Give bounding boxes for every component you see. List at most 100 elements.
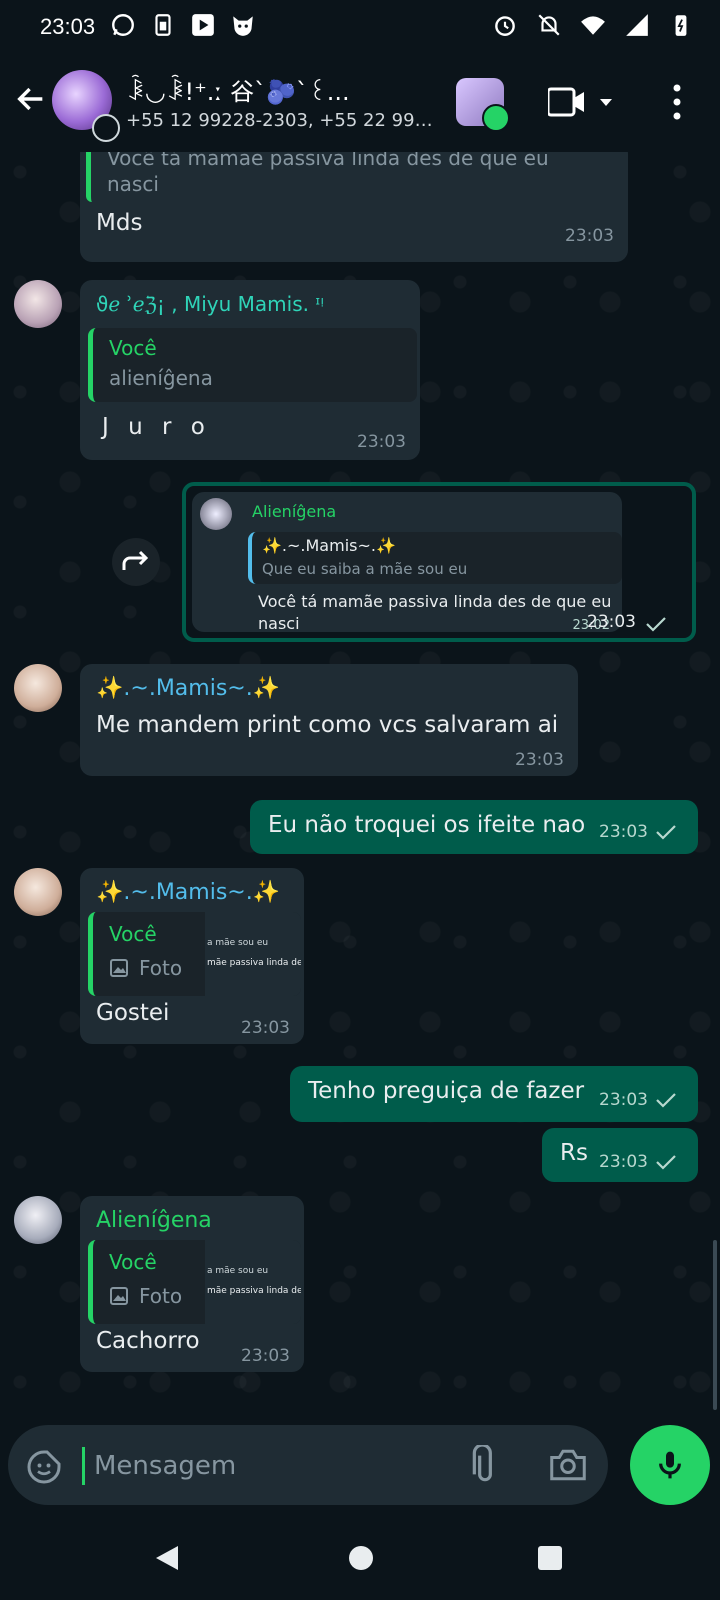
forward-icon[interactable] xyxy=(112,538,160,586)
photo-icon xyxy=(110,1287,128,1305)
mic-icon xyxy=(659,1451,681,1479)
status-sender: Alieníĝena xyxy=(252,502,337,521)
sender-name[interactable]: Alieníĝena xyxy=(96,1208,212,1233)
nav-recents-icon[interactable] xyxy=(538,1546,562,1570)
photo-icon xyxy=(110,959,128,977)
status-avatar xyxy=(200,498,232,530)
message-text: Cachorro xyxy=(96,1328,200,1354)
forwarded-status-card[interactable]: Alieníĝena ✨.~.Mamis~.✨ Que eu saiba a m… xyxy=(192,492,622,633)
video-call-button[interactable] xyxy=(548,86,618,120)
message-text: Gostei xyxy=(96,1000,170,1026)
cat-icon xyxy=(233,16,253,36)
quoted-text: Você tá mamãe passiva linda des de que e… xyxy=(107,152,549,170)
sent-check-icon xyxy=(656,1093,676,1108)
message-time: 23:03 xyxy=(515,750,564,770)
status-time: 23:03 xyxy=(40,14,96,39)
message-time: 23:03 xyxy=(599,1090,648,1110)
sent-check-icon xyxy=(646,617,666,632)
message-bubble[interactable]: Você tá mamãe passiva linda des de que e… xyxy=(80,152,628,262)
signal-icon xyxy=(626,14,648,36)
quoted-label: Foto xyxy=(139,1284,183,1308)
alarm-icon xyxy=(495,16,515,36)
sender-name[interactable]: ϑℯ ʾℯℨ¡ , Miyu Mamis. ᶦᵎ xyxy=(96,292,324,316)
message-time: 23:03 xyxy=(565,226,614,246)
message-text: Mds xyxy=(96,210,143,236)
quoted-text: alieníĝena xyxy=(109,366,213,390)
chat-participants[interactable]: +55 12 99228-2303, +55 22 99921-... xyxy=(126,110,436,131)
sender-avatar[interactable] xyxy=(14,868,62,916)
message-list[interactable]: Você tá mamãe passiva linda des de que e… xyxy=(0,152,720,1397)
battery-icon xyxy=(675,15,687,36)
quoted-message[interactable]: Você tá mamãe passiva linda des de que e… xyxy=(86,152,627,202)
chat-header: ꀳ◡ꀳ!⁺.ː ⾕ˋ🫐ˋ꒰... +55 12 99228-2303, +55 … xyxy=(0,56,720,153)
message-time: 23:03 xyxy=(587,612,636,632)
thumbnail-text: a mãe sou eu xyxy=(207,1266,269,1276)
mic-button[interactable] xyxy=(630,1425,710,1505)
message-time: 23:03 xyxy=(241,1346,290,1366)
battery-saver-icon xyxy=(155,14,171,36)
message-text: J u r o xyxy=(102,414,211,440)
quoted-sender: Você xyxy=(109,1250,157,1274)
wifi-icon xyxy=(581,16,605,35)
message-bubble[interactable]: Tenho preguiça de fazer 23:03 xyxy=(290,1066,698,1122)
back-arrow-icon[interactable] xyxy=(14,82,48,116)
status-text-line2: nasci xyxy=(258,614,300,633)
nav-back-icon[interactable] xyxy=(154,1544,180,1572)
thumbnail-text: mãe passiva linda des xyxy=(207,958,301,968)
check-badge-icon xyxy=(482,104,510,132)
sender-avatar[interactable] xyxy=(14,280,62,328)
sender-avatar[interactable] xyxy=(14,664,62,712)
sender-avatar[interactable] xyxy=(14,1196,62,1244)
status-notifications xyxy=(110,12,256,38)
message-bubble[interactable]: ✨.~.Mamis~.✨ Me mandem print como vcs sa… xyxy=(80,664,578,776)
status-quote-text: Que eu saiba a mãe sou eu xyxy=(262,560,468,578)
whatsapp-icon xyxy=(112,14,134,36)
message-time: 23:03 xyxy=(599,822,648,842)
quoted-sender: Você xyxy=(109,336,157,360)
quoted-message[interactable]: Você Foto a mãe sou eu mãe passiva linda… xyxy=(88,1240,301,1324)
message-bubble[interactable]: ✨.~.Mamis~.✨ Você Foto a mãe sou eu mãe … xyxy=(80,868,304,1044)
status-system-icons xyxy=(492,12,694,38)
message-text: Me mandem print como vcs salvaram ai xyxy=(96,712,559,738)
text-cursor xyxy=(82,1447,85,1485)
message-bubble[interactable]: Alieníĝena ✨.~.Mamis~.✨ Que eu saiba a m… xyxy=(182,482,696,642)
status-bar: 23:03 xyxy=(0,0,720,56)
nav-home-icon[interactable] xyxy=(349,1546,373,1570)
attach-icon[interactable] xyxy=(470,1445,500,1485)
status-text: Você tá mamãe passiva linda des de que e… xyxy=(258,592,612,611)
thumbnail-text: mãe passiva linda des xyxy=(207,1286,301,1296)
thumbnail-text: a mãe sou eu xyxy=(207,938,269,948)
more-options-icon[interactable] xyxy=(670,82,684,122)
system-nav-bar xyxy=(0,1514,720,1600)
message-bubble[interactable]: Rs 23:03 xyxy=(542,1128,698,1182)
message-time: 23:03 xyxy=(599,1152,648,1172)
message-bubble[interactable]: Eu não troquei os ifeite nao 23:03 xyxy=(250,800,698,854)
sender-name[interactable]: ✨.~.Mamis~.✨ xyxy=(96,880,280,905)
scrollbar[interactable] xyxy=(713,1240,717,1410)
quoted-text-line2: nasci xyxy=(107,172,159,196)
photo-thumbnail: a mãe sou eu mãe passiva linda des xyxy=(205,912,301,996)
message-time: 23:03 xyxy=(357,432,406,452)
sender-name[interactable]: ✨.~.Mamis~.✨ xyxy=(96,676,280,701)
status-quote: ✨.~.Mamis~.✨ Que eu saiba a mãe sou eu xyxy=(248,532,622,584)
quoted-message[interactable]: Você alieníĝena xyxy=(88,328,417,402)
play-store-icon xyxy=(192,14,214,36)
sticker-icon[interactable] xyxy=(26,1449,62,1485)
quoted-label: Foto xyxy=(139,956,183,980)
message-text: Rs xyxy=(560,1140,588,1166)
mute-icon xyxy=(538,14,560,36)
message-input[interactable] xyxy=(92,1443,436,1489)
quoted-message[interactable]: Você Foto a mãe sou eu mãe passiva linda… xyxy=(88,912,301,996)
message-text: Eu não troquei os ifeite nao xyxy=(268,812,586,838)
message-time: 23:03 xyxy=(241,1018,290,1038)
chat-title[interactable]: ꀳ◡ꀳ!⁺.ː ⾕ˋ🫐ˋ꒰... xyxy=(126,72,436,107)
photo-thumbnail: a mãe sou eu mãe passiva linda des xyxy=(205,1240,301,1324)
disappearing-timer-icon xyxy=(92,114,120,142)
camera-icon[interactable] xyxy=(548,1447,588,1483)
status-quote-sender: ✨.~.Mamis~.✨ xyxy=(262,536,396,555)
quoted-sender: Você xyxy=(109,922,157,946)
message-bubble[interactable]: ϑℯ ʾℯℨ¡ , Miyu Mamis. ᶦᵎ Você alieníĝena… xyxy=(80,280,420,460)
sent-check-icon xyxy=(656,825,676,840)
message-bubble[interactable]: Alieníĝena Você Foto a mãe sou eu mãe pa… xyxy=(80,1196,304,1372)
message-composer xyxy=(8,1425,608,1505)
